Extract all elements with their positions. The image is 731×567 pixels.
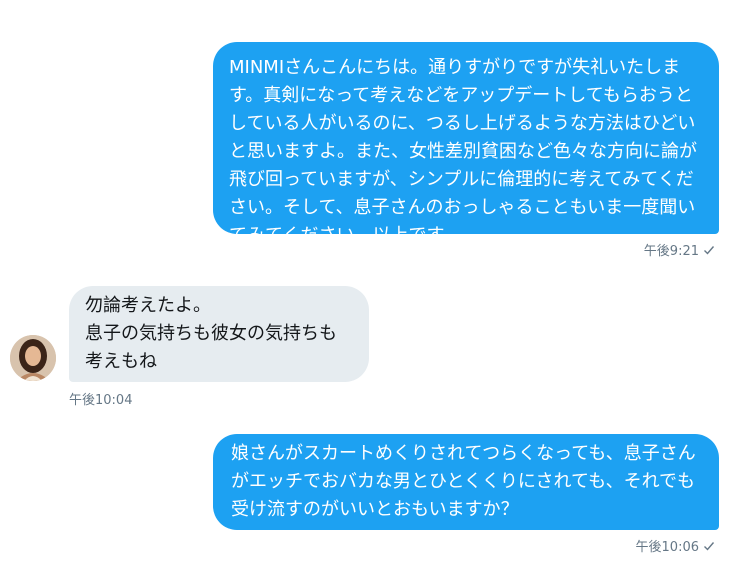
message-timestamp: 午後9:21 <box>643 244 699 259</box>
message-meta-sent: 午後10:06 <box>636 536 715 555</box>
message-bubble-sent[interactable]: MINMIさんこんにちは。通りすがりですが失礼いたします。真剣になって考えなどを… <box>213 42 719 246</box>
message-timestamp: 午後10:04 <box>69 393 133 408</box>
avatar-image <box>10 335 56 381</box>
message-bubble-received[interactable]: 勿論考えたよ。 息子の気持ちも彼女の気持ちも考えもね <box>69 286 369 382</box>
check-icon <box>704 246 715 255</box>
check-icon <box>704 542 715 551</box>
message-meta-received: 午後10:04 <box>69 389 132 408</box>
message-timestamp: 午後10:06 <box>635 540 699 555</box>
message-meta-sent: 午後9:21 <box>644 240 715 259</box>
avatar[interactable] <box>10 335 56 381</box>
message-bubble-sent[interactable]: 娘さんがスカートめくりされてつらくなっても、息子さんがエッチでおバカな男とひとく… <box>213 434 719 530</box>
